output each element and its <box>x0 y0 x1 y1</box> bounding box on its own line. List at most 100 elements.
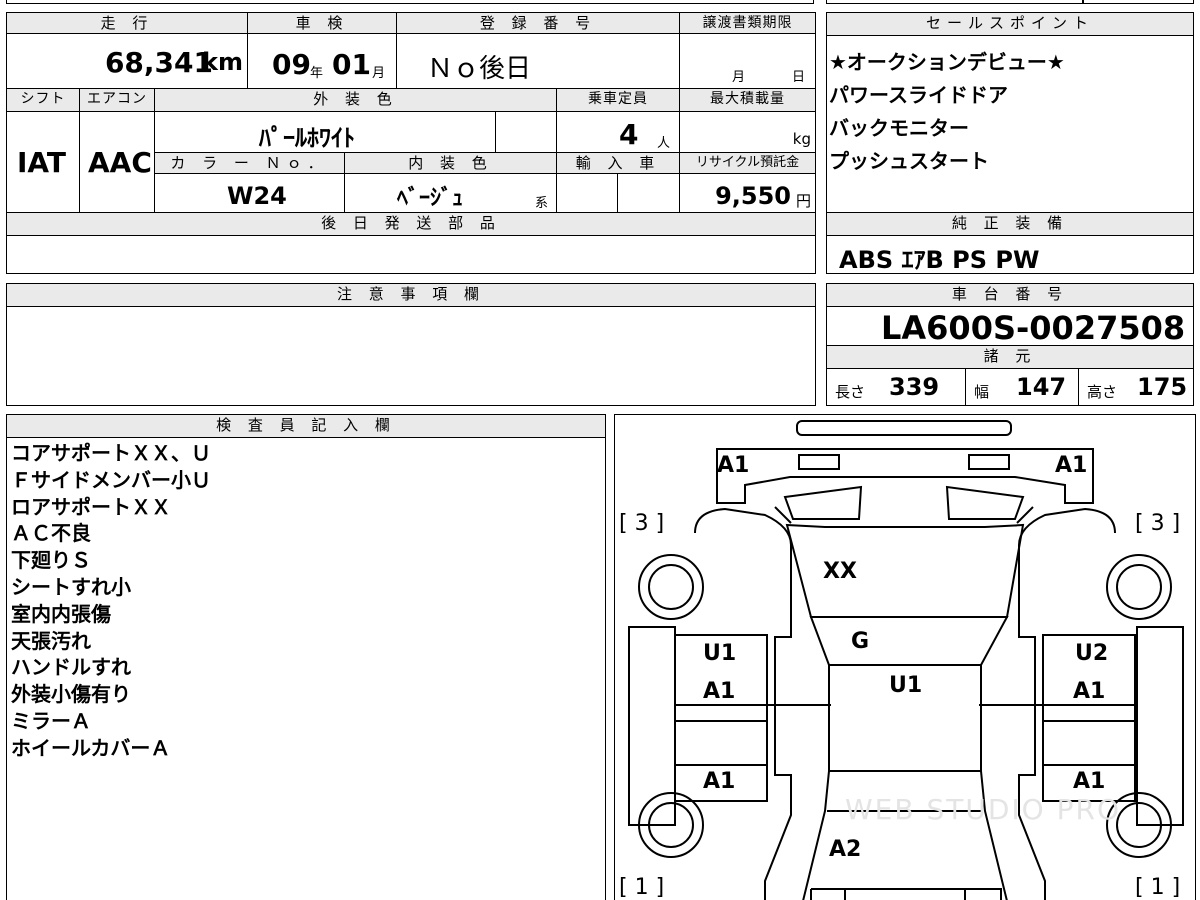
mileage-label: 走 行 <box>6 12 248 34</box>
chassis-number-cell: LA600S-0027508 <box>826 306 1194 347</box>
rear-left-door-grade: A1 <box>703 769 736 794</box>
rear-left-tire-grade: [ 1 ] <box>619 875 665 900</box>
import-cell-2 <box>617 173 680 213</box>
import-cell-1 <box>556 173 618 213</box>
front-left-door-grade-1: U1 <box>703 641 737 666</box>
shift-value: IAT <box>17 146 67 179</box>
month-unit: 月 <box>372 66 386 81</box>
exterior-color-label: 外 装 色 <box>154 88 557 112</box>
notes-label: 注 意 事 項 欄 <box>6 283 816 307</box>
interior-color-suffix: 系 <box>535 196 549 211</box>
transfer-cell: 月 日 <box>679 33 816 89</box>
height-value: 175 <box>1137 373 1188 401</box>
sales-points-cell: ★オークションデビュー★ パワースライドドア バックモニター プッシュスタート <box>826 35 1194 213</box>
sales-point-item: バックモニター <box>829 116 969 140</box>
capacity-unit: 人 <box>657 136 671 151</box>
inspector-note: ハンドルすれ <box>11 655 131 680</box>
transfer-day-unit: 日 <box>792 70 806 85</box>
inspector-note: 室内内張傷 <box>11 601 111 626</box>
genuine-equipment-value: ABS ｴｱB PS PW <box>839 246 1040 274</box>
inspection-label: 車 検 <box>247 12 397 34</box>
front-right-door-grade-2: A1 <box>1073 679 1106 704</box>
rear-right-door-grade: A1 <box>1073 769 1106 794</box>
recycle-fee-value: 9,550 <box>715 182 791 210</box>
max-load-label: 最大積載量 <box>679 88 816 112</box>
genuine-equipment-cell: ABS ｴｱB PS PW <box>826 235 1194 274</box>
inspector-cell: コアサポートＸＸ、Ｕ Ｆサイドメンバー小Ｕ ロアサポートＸＸ ＡＣ不良 下廻りＳ… <box>6 437 606 900</box>
roof-grade: U1 <box>889 673 923 698</box>
width-cell: 幅 147 <box>965 368 1079 406</box>
mileage-unit: km <box>202 48 243 76</box>
top-divider <box>1082 0 1084 4</box>
later-parts-cell <box>6 235 816 274</box>
recycle-fee-label: リサイクル預託金 <box>679 152 816 174</box>
top-strip-left <box>6 0 814 4</box>
top-strip-right <box>826 0 1194 4</box>
shift-cell: IAT <box>6 111 80 213</box>
chassis-number-label: 車 台 番 号 <box>826 283 1194 307</box>
front-left-tire-grade: [ 3 ] <box>619 511 665 536</box>
inspector-notes-list: コアサポートＸＸ、Ｕ Ｆサイドメンバー小Ｕ ロアサポートＸＸ ＡＣ不良 下廻りＳ… <box>11 440 211 762</box>
capacity-cell: 4 人 <box>556 111 680 153</box>
transfer-month-unit: 月 <box>732 70 746 85</box>
notes-cell <box>6 306 816 406</box>
width-value: 147 <box>1016 373 1067 401</box>
transfer-deadline-label: 譲渡書類期限 <box>679 12 816 34</box>
exterior-color-extra-cell <box>495 111 557 153</box>
inspector-note: ホイールカバーＡ <box>11 735 171 760</box>
sales-point-item: プッシュスタート <box>829 149 989 173</box>
front-right-tire-grade: [ 3 ] <box>1135 511 1181 536</box>
later-parts-label: 後 日 発 送 部 品 <box>6 212 816 236</box>
capacity-label: 乗車定員 <box>556 88 680 112</box>
recycle-fee-cell: 9,550 円 <box>679 173 816 213</box>
sales-points-list: ★オークションデビュー★ パワースライドドア バックモニター プッシュスタート <box>829 46 1065 178</box>
length-cell: 長さ 339 <box>826 368 966 406</box>
chassis-number-value: LA600S-0027508 <box>881 309 1186 347</box>
front-right-door-grade-1: U2 <box>1075 641 1109 666</box>
width-label: 幅 <box>974 383 990 401</box>
interior-color-cell: ﾍﾞｰｼﾞｭ 系 <box>344 173 557 213</box>
exterior-color-value: ﾊﾟｰﾙﾎﾜｲﾄ <box>259 124 355 152</box>
interior-color-value: ﾍﾞｰｼﾞｭ <box>397 186 464 211</box>
length-label: 長さ <box>835 383 866 401</box>
inspection-year: 09 <box>272 48 311 81</box>
inspector-label: 検 査 員 記 入 欄 <box>6 414 606 438</box>
interior-color-label: 内 装 色 <box>344 152 557 174</box>
color-no-value: W24 <box>227 182 287 210</box>
windshield-grade: G <box>851 629 870 654</box>
inspector-note: Ｆサイドメンバー小Ｕ <box>11 467 211 492</box>
inspector-note: コアサポートＸＸ、Ｕ <box>11 441 211 465</box>
mileage-cell: 68,341 km <box>6 33 248 89</box>
import-label: 輸 入 車 <box>556 152 680 174</box>
height-label: 高さ <box>1087 383 1118 401</box>
exterior-color-cell: ﾊﾟｰﾙﾎﾜｲﾄ <box>154 111 496 153</box>
front-left-corner-grade: A1 <box>717 453 750 478</box>
sales-point-item: パワースライドドア <box>829 83 1008 107</box>
inspection-cell: 09 年 01 月 <box>247 33 397 89</box>
registration-label: 登 録 番 号 <box>396 12 680 34</box>
front-right-corner-grade: A1 <box>1055 453 1088 478</box>
hood-grade: XX <box>823 559 857 584</box>
color-no-label: カ ラ ー Ｎｏ． <box>154 152 345 174</box>
inspector-note: ＡＣ不良 <box>11 521 91 546</box>
mileage-value: 68,341 <box>104 46 213 79</box>
max-load-cell: kg <box>679 111 816 153</box>
rear-gate-grade: A2 <box>829 837 862 862</box>
height-cell: 高さ 175 <box>1078 368 1194 406</box>
car-damage-diagram: A1 A1 [ 3 ] [ 3 ] [ 1 ] [ 1 ] XX G U1 U1… <box>614 414 1196 900</box>
max-load-unit: kg <box>792 130 811 148</box>
aircon-value: AAC <box>88 146 152 179</box>
inspection-month: 01 <box>332 48 371 81</box>
length-value: 339 <box>889 373 940 401</box>
inspector-note: 外装小傷有り <box>11 682 131 707</box>
watermark: WEB STUDIO PRO <box>845 793 1121 826</box>
genuine-equipment-label: 純 正 装 備 <box>826 212 1194 236</box>
aircon-label: エアコン <box>79 88 155 112</box>
shift-label: シフト <box>6 88 80 112</box>
color-no-cell: W24 <box>154 173 345 213</box>
year-unit: 年 <box>310 66 324 81</box>
aircon-cell: AAC <box>79 111 155 213</box>
sales-point-item: ★オークションデビュー★ <box>829 50 1065 74</box>
inspector-note: シートすれ小 <box>11 574 131 599</box>
inspector-note: ミラーＡ <box>11 708 91 733</box>
